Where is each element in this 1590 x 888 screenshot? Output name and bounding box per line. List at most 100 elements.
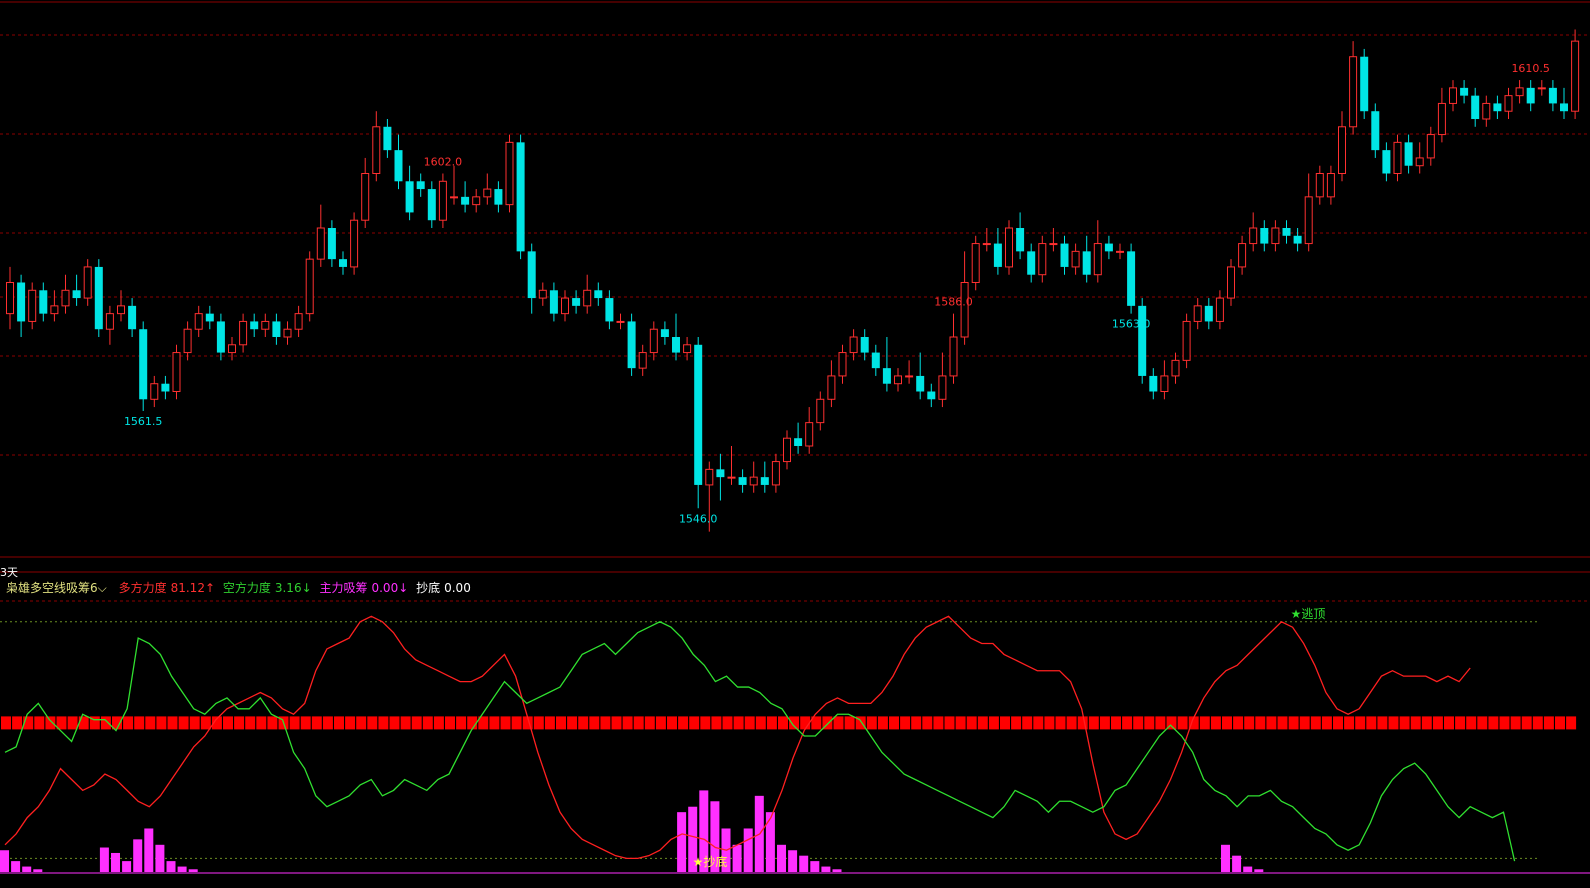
- band-block: [988, 716, 999, 730]
- band-block: [1466, 716, 1477, 730]
- chevron-down-icon[interactable]: ⌵: [98, 581, 107, 595]
- candle-body: [1049, 243, 1058, 246]
- period-label: 3天: [0, 566, 18, 579]
- candle-body: [1204, 305, 1213, 322]
- candle-body: [583, 289, 592, 307]
- candle-body: [1515, 87, 1524, 97]
- legend-bear-arrow: ↓: [301, 581, 312, 595]
- indicator-gridlines: [0, 600, 1590, 874]
- candle-body: [1215, 297, 1224, 322]
- candle-body: [683, 344, 692, 354]
- legend-bottom-label: 抄底: [416, 581, 441, 595]
- band-block: [156, 716, 167, 730]
- accumulation-bar: [188, 869, 198, 872]
- band-block: [655, 716, 666, 730]
- legend-bull-arrow: ↑: [204, 581, 216, 595]
- candle-body: [1271, 227, 1280, 245]
- band-block: [533, 716, 544, 730]
- band-block: [422, 716, 433, 730]
- accumulation-bar: [177, 866, 187, 872]
- legend-bottom-value: 0.00: [444, 581, 471, 595]
- band-block: [300, 716, 311, 730]
- band-block: [1066, 716, 1077, 730]
- bull-strength-line: [4, 615, 1471, 860]
- accumulation-bar: [810, 861, 820, 872]
- candle-body: [1371, 111, 1380, 151]
- legend-acc-value: 0.00: [371, 581, 399, 595]
- accumulation-bar: [743, 828, 753, 872]
- band-block: [267, 716, 278, 730]
- candle-body: [527, 251, 536, 299]
- candle-body: [1393, 141, 1402, 175]
- band-block: [1077, 716, 1088, 730]
- band-block: [322, 716, 333, 730]
- candle-body: [383, 126, 392, 151]
- band-block: [556, 716, 566, 730]
- price-label-high: 1602.0: [424, 156, 463, 169]
- candle-body: [771, 461, 780, 486]
- candle-body: [1182, 320, 1191, 361]
- candle-body: [1071, 250, 1080, 268]
- indicator-name[interactable]: 枭雄多空线吸筹6: [6, 581, 98, 595]
- band-block: [1321, 716, 1332, 730]
- candle-body: [239, 320, 248, 346]
- candle-body: [283, 328, 292, 338]
- candle-body: [1571, 40, 1580, 112]
- candle-body: [1127, 251, 1136, 306]
- candle-body: [128, 305, 137, 330]
- candle-body: [438, 180, 447, 221]
- band-block: [611, 716, 622, 730]
- band-block: [1210, 716, 1221, 730]
- band-block: [1244, 716, 1255, 730]
- accumulation-bar: [799, 855, 809, 872]
- accumulation-bar: [1254, 869, 1264, 872]
- accumulation-bar: [144, 828, 154, 872]
- candle-body: [705, 468, 714, 486]
- band-block: [1388, 716, 1399, 730]
- candle-body: [1315, 173, 1324, 198]
- band-block: [933, 716, 944, 730]
- candle-body: [72, 290, 81, 299]
- candle-body: [1493, 103, 1502, 112]
- band-block: [1555, 716, 1565, 730]
- candle-body: [117, 305, 125, 315]
- accumulation-bar: [677, 812, 687, 872]
- band-block: [1099, 716, 1110, 730]
- candle-body: [28, 289, 37, 322]
- band-block: [678, 716, 689, 730]
- band-block: [667, 716, 677, 730]
- band-block: [1344, 716, 1355, 730]
- band-block: [1310, 716, 1321, 730]
- band-block: [1233, 716, 1244, 730]
- accumulation-bar: [732, 844, 742, 872]
- band-block: [1144, 716, 1155, 730]
- band-block: [544, 716, 555, 730]
- candlestick-series[interactable]: [6, 29, 1580, 532]
- band-block: [1111, 716, 1121, 730]
- candle-body: [228, 344, 236, 354]
- band-block: [1399, 716, 1410, 730]
- band-block: [345, 716, 356, 730]
- band-block: [456, 716, 467, 730]
- band-block: [100, 716, 111, 730]
- band-block: [1133, 716, 1144, 730]
- candle-body: [738, 477, 747, 485]
- band-block: [1333, 716, 1343, 730]
- candle-body: [1537, 87, 1546, 90]
- candle-body: [1560, 103, 1568, 112]
- accumulation-bar: [155, 844, 165, 872]
- candle-body: [1027, 251, 1036, 275]
- accumulation-bar: [832, 869, 842, 872]
- kline-chart[interactable]: 1561.5 1602.0 1546.0 1586.0 1563.0 1610.5 ★逃顶…: [0, 0, 1590, 888]
- accumulation-bar: [11, 861, 21, 872]
- legend-bull-value: 81.12: [170, 581, 205, 595]
- band-block: [1, 716, 11, 730]
- candle-body: [1548, 87, 1557, 104]
- candle-body: [1482, 102, 1491, 120]
- price-label-low: 1563.0: [1112, 318, 1151, 331]
- candle-body: [427, 189, 436, 221]
- candle-body: [960, 282, 969, 338]
- accumulation-bar: [1243, 866, 1253, 872]
- price-label-high: 1610.5: [1511, 62, 1550, 75]
- candle-body: [971, 243, 980, 283]
